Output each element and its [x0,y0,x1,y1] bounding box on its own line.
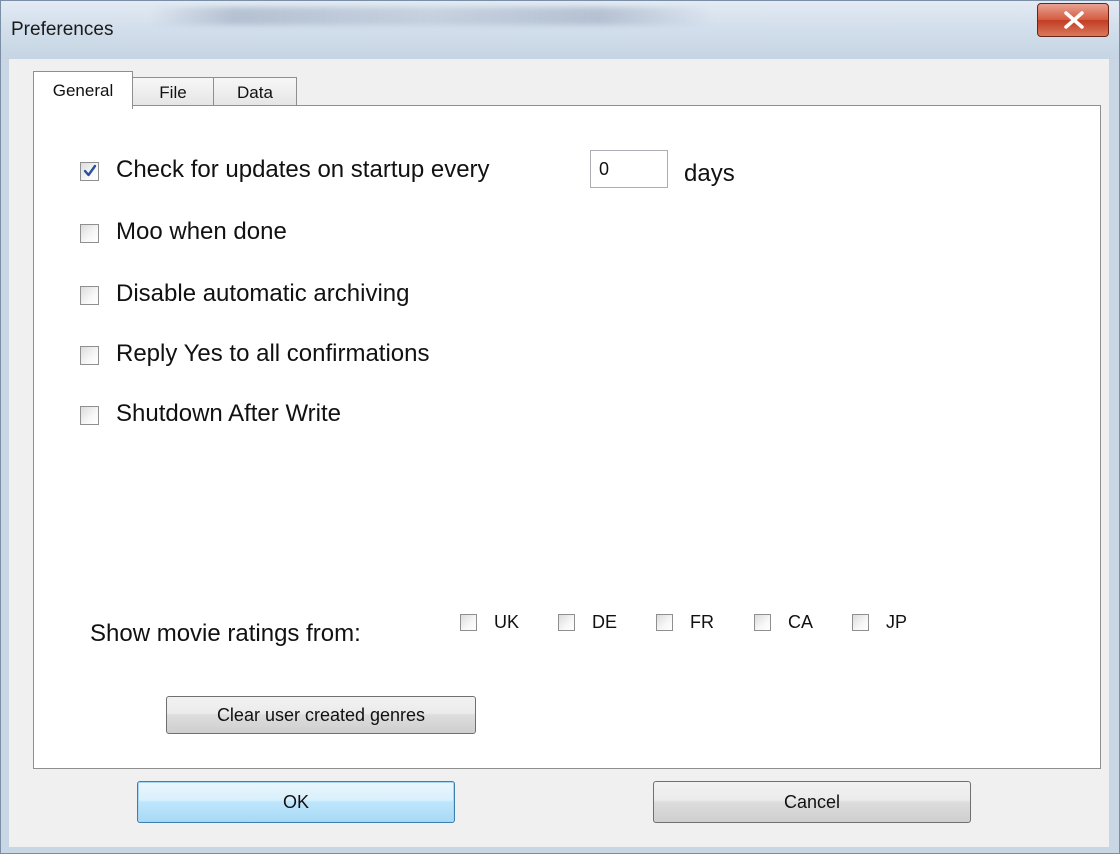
update-days-input[interactable] [590,150,668,188]
general-tab-panel: Check for updates on startup every days … [33,105,1101,769]
preferences-window: Preferences General File Data Check for … [0,0,1120,854]
rating-jp-label: JP [886,612,908,632]
rating-uk-checkbox[interactable] [460,614,477,631]
close-button[interactable] [1037,3,1109,37]
window-title: Preferences [11,19,114,40]
days-unit-label: days [684,160,735,187]
moo-when-done-label: Moo when done [116,218,287,245]
tab-data-label: Data [237,82,273,102]
tab-general[interactable]: General [33,71,133,109]
check-updates-label: Check for updates on startup every [116,156,490,183]
title-bar[interactable]: Preferences [1,1,1119,59]
moo-when-done-checkbox[interactable] [80,224,99,243]
checkmark-icon [83,164,97,177]
rating-de-checkbox[interactable] [558,614,575,631]
shutdown-after-write-checkbox[interactable] [80,406,99,425]
disable-archiving-label: Disable automatic archiving [116,280,410,307]
cancel-button[interactable]: Cancel [653,781,971,823]
rating-ca-label: CA [788,612,814,632]
rating-jp-checkbox[interactable] [852,614,869,631]
title-bar-background-blur [151,7,711,25]
check-updates-checkbox[interactable] [80,162,99,181]
movie-ratings-label: Show movie ratings from: [90,620,361,647]
rating-de-label: DE [592,612,618,632]
disable-archiving-checkbox[interactable] [80,286,99,305]
rating-uk-label: UK [494,612,520,632]
tab-data[interactable]: Data [213,77,297,107]
tab-file[interactable]: File [131,77,215,107]
clear-genres-button[interactable]: Clear user created genres [166,696,476,734]
shutdown-after-write-label: Shutdown After Write [116,400,341,427]
rating-fr-checkbox[interactable] [656,614,673,631]
close-icon [1064,11,1084,29]
rating-fr-label: FR [690,612,714,632]
rating-ca-checkbox[interactable] [754,614,771,631]
tab-general-label: General [52,80,114,100]
reply-yes-checkbox[interactable] [80,346,99,365]
ok-button[interactable]: OK [137,781,455,823]
tab-file-label: File [159,82,187,102]
dialog-client-area: General File Data Check for updates on s… [9,59,1109,847]
reply-yes-label: Reply Yes to all confirmations [116,340,430,367]
